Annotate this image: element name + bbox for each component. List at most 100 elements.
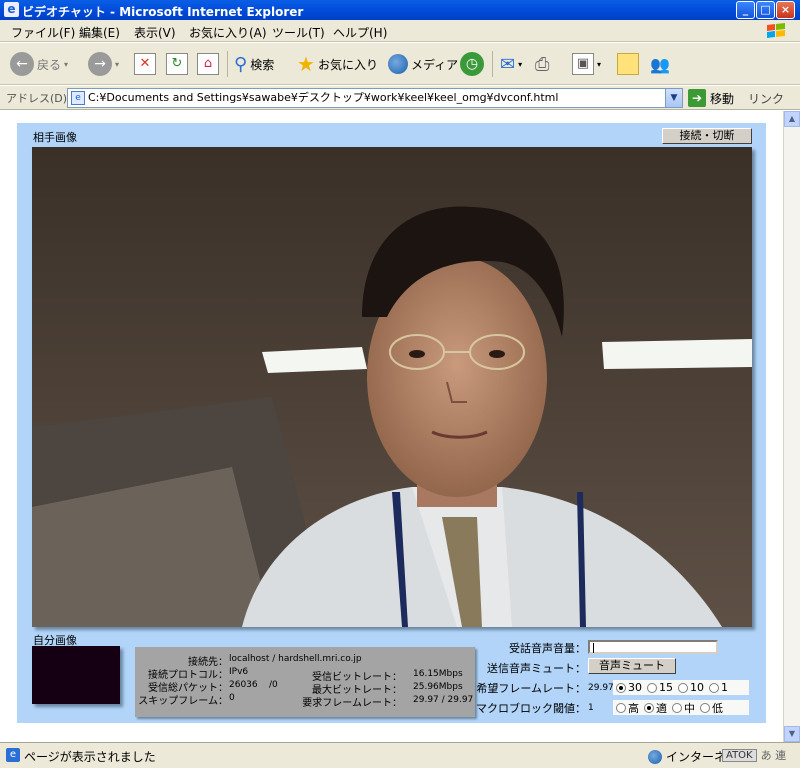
history-button[interactable]: ◷ (460, 51, 484, 77)
page-content: 相手画像 接続・切断 自分画像 接続先： localhost / hardshe… (0, 111, 783, 742)
menu-favorites[interactable]: お気に入り(A) (189, 24, 267, 41)
framerate-radio-group: 30 15 10 1 (613, 680, 749, 695)
framerate-option-15[interactable]: 15 (647, 681, 673, 694)
macroblock-option-high[interactable]: 高 (616, 700, 639, 716)
requested-framerate-label: 要求フレームレート： (302, 698, 402, 709)
macroblock-radio-group: 高 適 中 低 (613, 700, 749, 715)
radio-button[interactable] (672, 702, 682, 713)
discuss-button[interactable] (617, 51, 639, 77)
maximize-button[interactable]: □ (756, 1, 775, 19)
rx-volume-label: 受話音声音量： (509, 642, 586, 655)
chevron-down-icon[interactable]: ▼ (665, 89, 682, 107)
packets-lost-value: /0 (269, 680, 278, 690)
stop-icon: ✕ (134, 53, 156, 75)
radio-button[interactable] (616, 682, 626, 693)
remote-video (32, 147, 752, 627)
toolbar-separator (492, 51, 493, 77)
media-button[interactable]: メディア (388, 51, 458, 77)
framerate-option-1[interactable]: 1 (709, 681, 728, 694)
back-button[interactable]: ← 戻る ▾ (10, 51, 68, 77)
ime-mode: あ 連 (760, 749, 787, 762)
radio-button[interactable] (647, 682, 657, 693)
chevron-down-icon: ▾ (597, 59, 602, 69)
radio-button[interactable] (709, 682, 719, 693)
minimize-button[interactable]: _ (736, 1, 755, 19)
refresh-button[interactable]: ↻ (166, 51, 188, 77)
menu-edit[interactable]: 編集(E) (79, 24, 120, 41)
menu-view[interactable]: 表示(V) (134, 24, 176, 41)
chevron-down-icon: ▾ (518, 59, 523, 69)
skip-frames-value: 0 (229, 693, 235, 703)
radio-button[interactable] (678, 682, 688, 693)
audio-mute-button[interactable]: 音声ミュート (588, 658, 676, 674)
media-globe-icon (388, 54, 408, 74)
self-video (32, 646, 120, 704)
ime-indicator[interactable]: ATOK あ 連 (722, 747, 786, 763)
macroblock-threshold-label: マクロブロック閾値： (476, 702, 586, 715)
address-input[interactable]: e C:¥Documents and Settings¥sawabe¥デスクトッ… (67, 88, 683, 108)
home-button[interactable]: ⌂ (197, 51, 219, 77)
radio-button[interactable] (644, 702, 654, 713)
toolbar: ← 戻る ▾ → ▾ ✕ ↻ ⌂ ⚲ 検索 ★ お気に入り メディア ◷ ✉ ▾… (0, 43, 800, 85)
stop-button[interactable]: ✕ (134, 51, 156, 77)
framerate-value: 29.97 (588, 683, 614, 693)
chevron-down-icon: ▾ (64, 59, 69, 69)
remote-video-frame (32, 147, 752, 627)
protocol-value: IPv6 (229, 667, 249, 677)
ie-page-icon: e (4, 2, 19, 17)
go-arrow-icon: ➔ (688, 89, 706, 107)
scroll-down-arrow-icon[interactable]: ▼ (784, 726, 800, 742)
menu-bar: ファイル(F) 編集(E) 表示(V) お気に入り(A) ツール(T) ヘルプ(… (0, 20, 800, 42)
connect-disconnect-button[interactable]: 接続・切断 (662, 128, 752, 144)
scroll-up-arrow-icon[interactable]: ▲ (784, 111, 800, 127)
vertical-scrollbar[interactable]: ▲ ▼ (783, 111, 800, 742)
links-toolbar[interactable]: リンク (748, 90, 784, 107)
printer-icon: ⎙ (535, 53, 550, 75)
remote-video-label: 相手画像 (33, 131, 77, 144)
note-icon (617, 53, 639, 75)
status-text: ページが表示されました (24, 750, 156, 764)
history-clock-icon: ◷ (460, 52, 484, 76)
messenger-button[interactable]: 👥 (650, 51, 670, 77)
menu-tools[interactable]: ツール(T) (272, 24, 325, 41)
favorites-button[interactable]: ★ お気に入り (297, 51, 378, 77)
home-icon: ⌂ (197, 53, 219, 75)
macroblock-option-appropriate[interactable]: 適 (644, 700, 667, 716)
rx-volume-level (593, 643, 595, 653)
chevron-down-icon: ▾ (115, 59, 120, 69)
toolbar-separator (227, 51, 228, 77)
rx-volume-meter (588, 640, 718, 654)
radio-button[interactable] (700, 702, 710, 713)
forward-arrow-icon: → (88, 52, 112, 76)
macroblock-option-low[interactable]: 低 (700, 700, 723, 716)
address-url: C:¥Documents and Settings¥sawabe¥デスクトップ¥… (88, 91, 559, 104)
go-button[interactable]: ➔ 移動 (688, 89, 734, 107)
connection-stats-panel: 接続先： localhost / hardshell.mri.co.jp 接続プ… (135, 647, 475, 717)
edit-icon: ▣ (572, 53, 594, 75)
framerate-option-10[interactable]: 10 (678, 681, 704, 694)
print-button[interactable]: ⎙ (535, 51, 549, 77)
mail-button[interactable]: ✉ ▾ (500, 51, 522, 77)
framerate-label: 希望フレームレート： (476, 682, 586, 695)
star-icon: ★ (297, 52, 315, 76)
max-bitrate-value: 25.96Mbps (413, 682, 463, 692)
macroblock-threshold-value: 1 (588, 703, 594, 713)
edit-button[interactable]: ▣ ▾ (572, 51, 601, 77)
mail-icon: ✉ (500, 53, 516, 75)
rx-bitrate-value: 16.15Mbps (413, 669, 463, 679)
page-done-icon: e (6, 748, 20, 762)
video-chat-panel: 相手画像 接続・切断 自分画像 接続先： localhost / hardshe… (17, 123, 766, 723)
windows-logo-icon (767, 23, 785, 38)
macroblock-option-medium[interactable]: 中 (672, 700, 695, 716)
forward-button[interactable]: → ▾ (88, 51, 119, 77)
close-button[interactable]: × (776, 1, 795, 19)
menu-help[interactable]: ヘルプ(H) (333, 24, 387, 41)
internet-globe-icon (648, 749, 662, 764)
framerate-option-30[interactable]: 30 (616, 681, 642, 694)
page-icon: e (71, 91, 85, 105)
search-button[interactable]: ⚲ 検索 (234, 51, 274, 77)
menu-file[interactable]: ファイル(F) (11, 24, 75, 41)
address-bar: アドレス(D) e C:¥Documents and Settings¥sawa… (0, 86, 800, 110)
radio-button[interactable] (616, 702, 626, 713)
refresh-icon: ↻ (166, 53, 188, 75)
